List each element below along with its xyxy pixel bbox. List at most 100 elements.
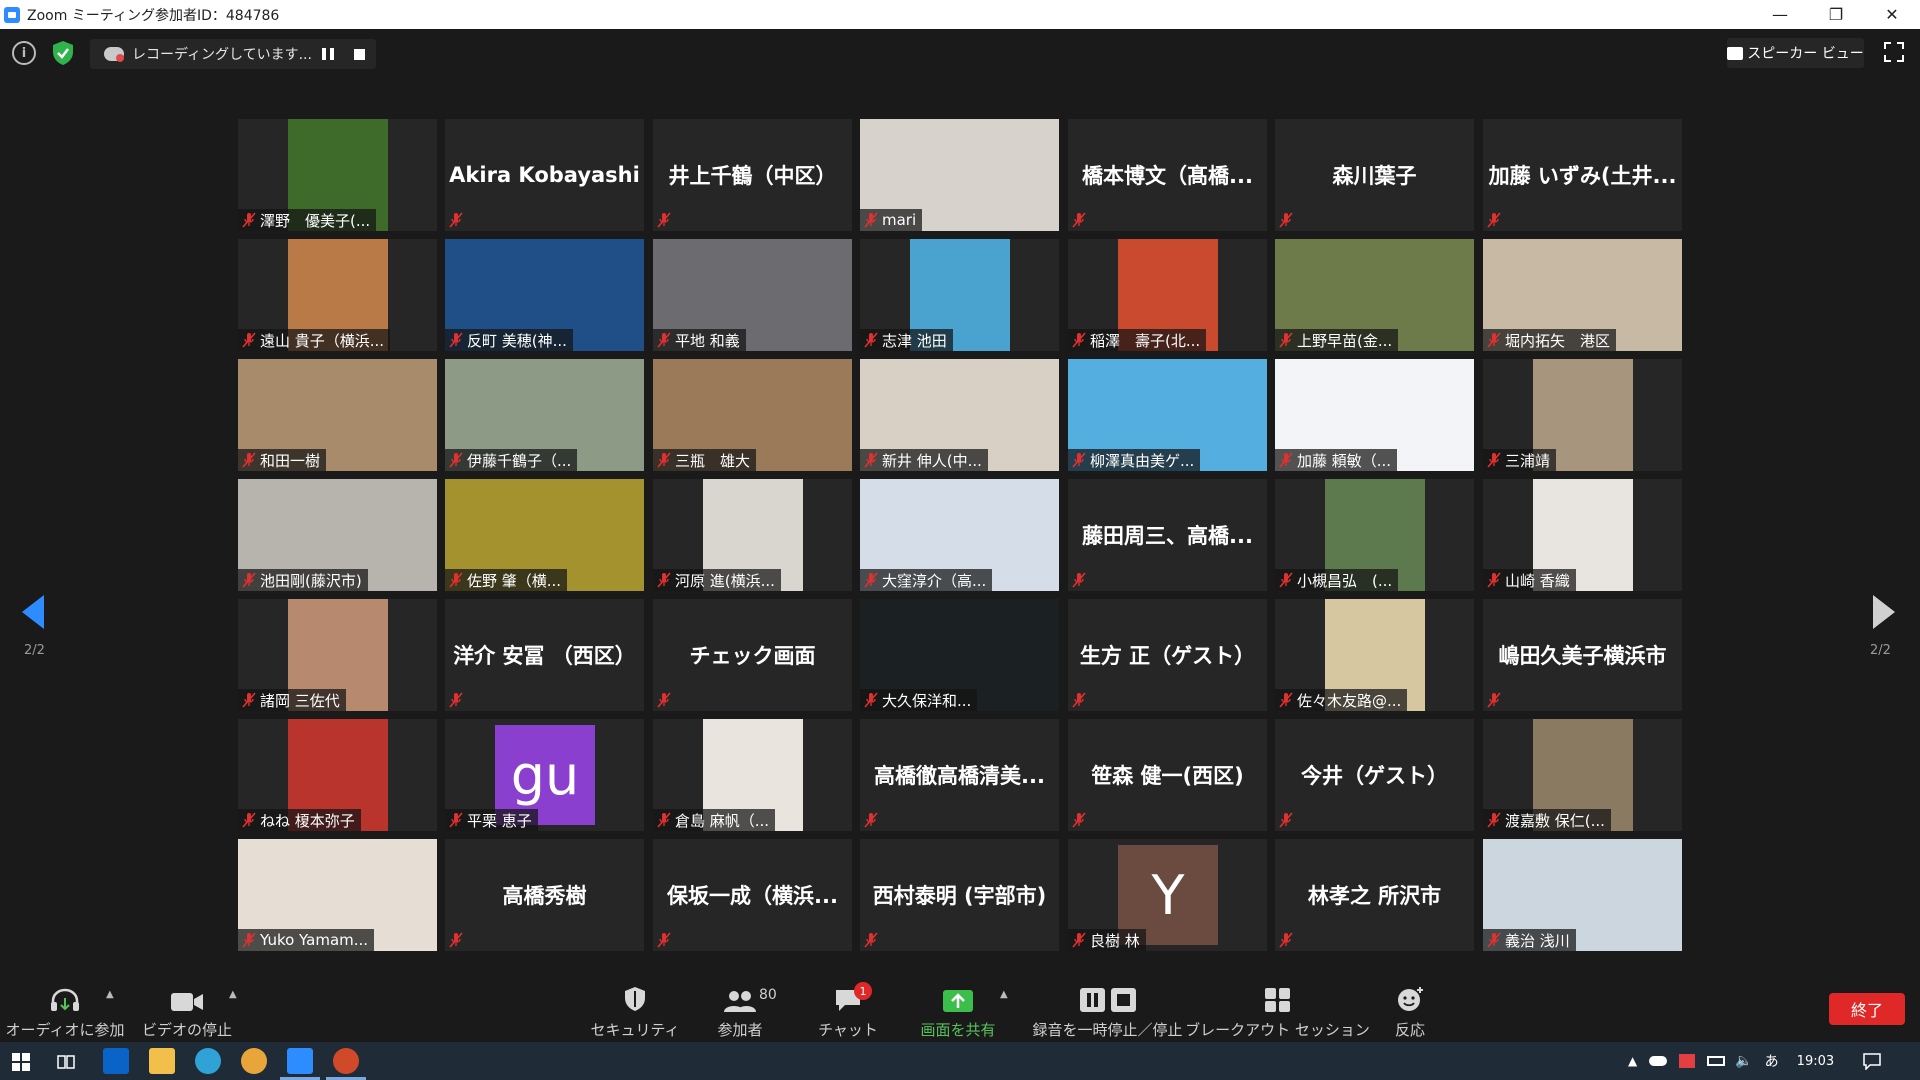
participant-tile[interactable]: 笹森 健一(西区) <box>1068 719 1267 831</box>
security-button[interactable]: セキュリティ <box>590 979 680 1042</box>
participant-tile[interactable]: 洋介 安冨 （西区） <box>445 599 644 711</box>
participant-tile[interactable]: チェック画面 <box>653 599 852 711</box>
participant-tile[interactable]: 義治 浅川 <box>1483 839 1682 951</box>
tray-chevron-icon[interactable]: ▲ <box>1628 1054 1637 1068</box>
edge-icon[interactable] <box>195 1048 221 1074</box>
windows-start-icon[interactable] <box>12 1053 30 1071</box>
share-options-caret-icon[interactable]: ▲ <box>1000 989 1008 1000</box>
pause-stop-recording-button[interactable]: 録音を一時停止／停止 <box>1025 979 1190 1042</box>
speaker-volume-icon[interactable]: 🔈 <box>1735 1053 1752 1069</box>
participant-tile[interactable]: 橋本博文（髙橋... <box>1068 119 1267 231</box>
close-button[interactable]: ✕ <box>1864 0 1920 29</box>
participant-tile[interactable]: 澤野 優美子(... <box>238 119 437 231</box>
breakout-sessions-button[interactable]: ブレークアウト セッション <box>1185 979 1370 1042</box>
participant-tile[interactable]: 佐野 肇（横... <box>445 479 644 591</box>
muted-mic-icon <box>864 212 878 228</box>
muted-mic-icon <box>242 332 256 348</box>
share-screen-button[interactable]: 画面を共有 <box>912 979 1004 1042</box>
previous-page-arrow-icon[interactable] <box>22 595 44 629</box>
minimize-button[interactable]: — <box>1752 0 1808 29</box>
file-explorer-icon[interactable] <box>149 1048 175 1074</box>
encryption-shield-icon[interactable] <box>51 40 75 66</box>
participant-tile[interactable]: 加藤 頼敏（... <box>1275 359 1474 471</box>
participant-tile[interactable]: 加藤 いずみ(土井... <box>1483 119 1682 231</box>
participant-tile[interactable]: gu 平栗 恵子 <box>445 719 644 831</box>
onedrive-cloud-icon[interactable] <box>1649 1056 1668 1066</box>
audio-options-caret-icon[interactable]: ▲ <box>106 989 114 1000</box>
participant-tile[interactable]: 森川葉子 <box>1275 119 1474 231</box>
end-meeting-button[interactable]: 終了 <box>1829 993 1905 1025</box>
participant-name-tag: 大窪淳介（高... <box>860 569 993 591</box>
next-page-arrow-icon[interactable] <box>1873 595 1895 629</box>
notification-center-icon[interactable] <box>1862 1052 1882 1070</box>
participant-display-name: 洋介 安冨 （西区） <box>453 644 636 668</box>
participant-tile[interactable]: 平地 和義 <box>653 239 852 351</box>
participant-tile[interactable]: 遠山 貴子（横浜... <box>238 239 437 351</box>
battery-icon[interactable] <box>1707 1056 1726 1066</box>
powerpoint-icon[interactable] <box>333 1048 359 1074</box>
participant-name-label: 遠山 貴子（横浜... <box>260 331 385 350</box>
participant-tile[interactable]: 高橋徹高橋清美... <box>860 719 1059 831</box>
participant-tile[interactable]: 諸岡 三佐代 <box>238 599 437 711</box>
participant-tile[interactable]: 大久保洋和... <box>860 599 1059 711</box>
participant-tile[interactable]: Y 良樹 林 <box>1068 839 1267 951</box>
participant-tile[interactable]: 林孝之 所沢市 <box>1275 839 1474 951</box>
stop-video-button[interactable]: ビデオの停止 <box>140 979 234 1042</box>
recording-status-text: レコーディングしています... <box>132 47 312 63</box>
stop-recording-icon[interactable] <box>354 49 365 60</box>
participant-tile[interactable]: ねね 榎本弥子 <box>238 719 437 831</box>
participant-display-name: 今井（ゲスト） <box>1301 764 1448 788</box>
participant-tile[interactable]: 伊藤千鶴子（... <box>445 359 644 471</box>
participant-tile[interactable]: 柳澤真由美ゲ... <box>1068 359 1267 471</box>
tray-app-icon[interactable] <box>1679 1054 1696 1068</box>
participant-tile[interactable]: 山崎 香織 <box>1483 479 1682 591</box>
participant-tile[interactable]: Yuko Yamam... <box>238 839 437 951</box>
participant-tile[interactable]: 堀内拓矢 港区 <box>1483 239 1682 351</box>
participant-tile[interactable]: 保坂一成（横浜... <box>653 839 852 951</box>
info-icon[interactable]: i <box>12 41 36 65</box>
participant-tile[interactable]: 新井 伸人(中... <box>860 359 1059 471</box>
participant-tile[interactable]: 上野早苗(金... <box>1275 239 1474 351</box>
participant-tile[interactable]: 三瓶 雄大 <box>653 359 852 471</box>
participant-tile[interactable]: 三浦靖 <box>1483 359 1682 471</box>
zoom-taskbar-icon[interactable] <box>287 1048 313 1074</box>
participant-tile[interactable]: mari <box>860 119 1059 231</box>
participant-tile[interactable]: 稲澤 壽子(北... <box>1068 239 1267 351</box>
muted-mic-icon <box>1279 212 1293 228</box>
participant-tile[interactable]: 池田剛(藤沢市) <box>238 479 437 591</box>
participant-tile[interactable]: 大窪淳介（高... <box>860 479 1059 591</box>
participant-tile[interactable]: 藤田周三、高橋... <box>1068 479 1267 591</box>
participant-tile[interactable]: 志津 池田 <box>860 239 1059 351</box>
participant-tile[interactable]: 反町 美穂(神... <box>445 239 644 351</box>
participant-tile[interactable]: 嶋田久美子横浜市 <box>1483 599 1682 711</box>
muted-mic-icon <box>1279 692 1293 708</box>
participant-tile[interactable]: 高橋秀樹 <box>445 839 644 951</box>
chrome-icon[interactable] <box>241 1048 267 1074</box>
participant-tile[interactable]: 今井（ゲスト） <box>1275 719 1474 831</box>
participant-tile[interactable]: 河原 進(横浜... <box>653 479 852 591</box>
participant-tile[interactable]: 倉島 麻帆（... <box>653 719 852 831</box>
ime-mode-indicator[interactable]: あ <box>1765 1051 1779 1071</box>
participant-tile[interactable]: 佐々木友路@... <box>1275 599 1474 711</box>
reactions-button[interactable]: 反応 <box>1370 979 1450 1042</box>
participant-tile[interactable]: 和田一樹 <box>238 359 437 471</box>
speaker-view-button[interactable]: スピーカー ビュー <box>1727 38 1864 68</box>
clock-time[interactable]: 19:03 <box>1797 1054 1834 1069</box>
security-label: セキュリティ <box>590 1021 680 1039</box>
muted-mic-icon <box>864 812 878 828</box>
participant-tile[interactable]: 西村泰明 (宇部市) <box>860 839 1059 951</box>
view-grid-icon <box>1727 46 1744 60</box>
pause-recording-icon[interactable] <box>322 48 334 60</box>
participant-tile[interactable]: 渡嘉敷 保仁(... <box>1483 719 1682 831</box>
task-view-icon[interactable] <box>56 1052 76 1072</box>
video-options-caret-icon[interactable]: ▲ <box>229 989 237 1000</box>
outlook-icon[interactable] <box>103 1048 129 1074</box>
fullscreen-icon[interactable] <box>1884 42 1904 62</box>
participant-tile[interactable]: 小槻昌弘 (... <box>1275 479 1474 591</box>
chat-button[interactable]: チャット <box>808 979 888 1042</box>
restore-button[interactable]: ❐ <box>1808 0 1864 29</box>
participant-tile[interactable]: 井上千鶴（中区） <box>653 119 852 231</box>
participant-tile[interactable]: Akira Kobayashi <box>445 119 644 231</box>
participant-tile[interactable]: 生方 正（ゲスト） <box>1068 599 1267 711</box>
join-audio-button[interactable]: オーディオに参加 <box>6 979 124 1042</box>
